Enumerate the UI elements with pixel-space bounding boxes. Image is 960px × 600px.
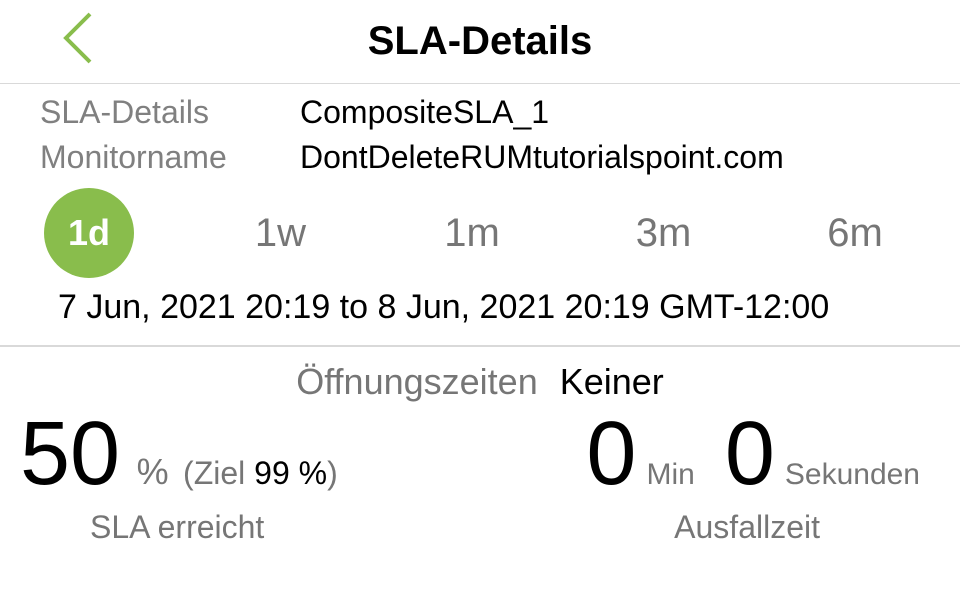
time-range-display: 7 Jun, 2021 20:19 to 8 Jun, 2021 20:19 G… <box>0 278 960 347</box>
downtime-sec-value: 0 <box>725 409 775 499</box>
sla-goal-suffix: ) <box>327 455 338 491</box>
details-section: SLA-Details CompositeSLA_1 Monitorname D… <box>0 84 960 180</box>
header: SLA-Details <box>0 0 960 84</box>
detail-row-monitor: Monitorname DontDeleteRUMtutorialspoint.… <box>0 135 960 180</box>
sla-details-label: SLA-Details <box>0 94 300 131</box>
sla-achieved-block: 50 % (Ziel 99 %) <box>20 409 470 499</box>
downtime-min-unit: Min <box>646 458 694 492</box>
tab-3m[interactable]: 3m <box>619 211 709 256</box>
downtime-sec-unit: Sekunden <box>785 458 920 492</box>
page-title: SLA-Details <box>0 19 960 64</box>
sla-achieved-label: SLA erreicht <box>20 509 470 546</box>
opening-hours-row: Öffnungszeiten Keiner <box>0 347 960 409</box>
sla-percent-value: 50 <box>20 409 120 499</box>
monitor-name-value: DontDeleteRUMtutorialspoint.com <box>300 139 784 176</box>
tab-6m[interactable]: 6m <box>810 211 900 256</box>
sla-goal: (Ziel 99 %) <box>183 455 338 491</box>
downtime-label: Ausfallzeit <box>470 509 920 546</box>
tab-1d[interactable]: 1d <box>44 188 134 278</box>
tab-1m[interactable]: 1m <box>427 211 517 256</box>
monitor-name-label: Monitorname <box>0 139 300 176</box>
chevron-left-icon <box>50 8 110 68</box>
sla-goal-prefix: (Ziel <box>183 455 254 491</box>
sla-goal-value: 99 % <box>254 455 327 491</box>
back-button[interactable] <box>50 8 110 73</box>
downtime-min-value: 0 <box>586 409 636 499</box>
opening-hours-label: Öffnungszeiten <box>296 361 538 403</box>
opening-hours-value: Keiner <box>560 361 664 403</box>
stats-row: 50 % (Ziel 99 %) 0 Min 0 Sekunden <box>0 409 960 499</box>
sla-details-value: CompositeSLA_1 <box>300 94 549 131</box>
tab-1w[interactable]: 1w <box>236 211 326 256</box>
stats-labels-row: SLA erreicht Ausfallzeit <box>0 499 960 546</box>
sla-percent-unit: % <box>137 451 169 492</box>
downtime-block: 0 Min 0 Sekunden <box>470 409 940 499</box>
time-range-tabs: 1d 1w 1m 3m 6m <box>0 180 960 278</box>
detail-row-sla: SLA-Details CompositeSLA_1 <box>0 90 960 135</box>
